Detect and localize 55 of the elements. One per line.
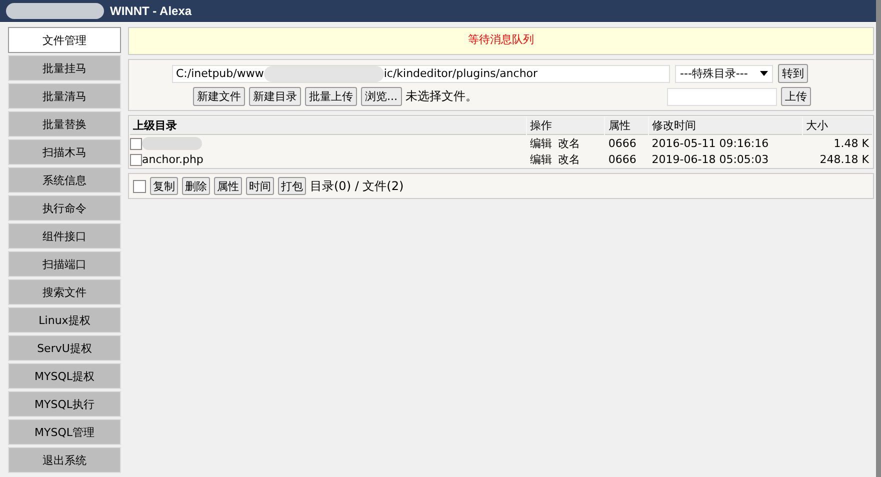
sidebar-item[interactable]: 扫描端口 bbox=[8, 251, 121, 277]
action-button[interactable]: 新建文件 bbox=[193, 87, 245, 106]
sidebar-item[interactable]: MYSQL提权 bbox=[8, 363, 121, 389]
row-action-link[interactable]: 编辑 bbox=[530, 137, 552, 150]
batch-button[interactable]: 属性 bbox=[214, 177, 242, 195]
column-header: 上级目录 bbox=[130, 117, 526, 135]
sidebar-item[interactable]: 文件管理 bbox=[8, 27, 121, 53]
sidebar-item[interactable]: 批量清马 bbox=[8, 83, 121, 109]
row-action-link[interactable]: 改名 bbox=[558, 137, 580, 150]
column-header: 操作 bbox=[527, 117, 604, 135]
goto-button[interactable]: 转到 bbox=[778, 64, 808, 83]
column-header: 属性 bbox=[605, 117, 648, 135]
special-dir-select[interactable]: ---特殊目录--- bbox=[675, 64, 773, 82]
table-cell-text: 2019-06-18 05:05:03 bbox=[650, 152, 770, 167]
upload-name-field[interactable] bbox=[667, 88, 777, 106]
sidebar-item[interactable]: 批量替换 bbox=[8, 111, 121, 137]
sidebar-item[interactable]: MYSQL管理 bbox=[8, 419, 121, 445]
sidebar-item[interactable]: Linux提权 bbox=[8, 307, 121, 333]
row-action-link[interactable]: 改名 bbox=[558, 153, 580, 166]
sidebar-item[interactable]: 组件接口 bbox=[8, 223, 121, 249]
upload-button[interactable]: 上传 bbox=[781, 87, 811, 106]
window-title: WINNT - Alexa bbox=[110, 4, 192, 18]
sidebar-item[interactable]: 系统信息 bbox=[8, 167, 121, 193]
select-all-checkbox[interactable] bbox=[133, 180, 146, 192]
table-cell-text: 0666 bbox=[607, 136, 638, 151]
count-summary: 目录(0) / 文件(2) bbox=[310, 178, 404, 194]
batch-button[interactable]: 打包 bbox=[278, 177, 306, 195]
table-cell-text: 2016-05-11 09:16:16 bbox=[650, 136, 770, 151]
column-header: 修改时间 bbox=[648, 117, 802, 135]
sidebar-item[interactable]: 搜索文件 bbox=[8, 279, 121, 305]
dropdown-arrow-icon bbox=[760, 71, 768, 76]
path-field[interactable]: C:/inetpub/www ic/kindeditor/plugins/anchor bbox=[172, 64, 670, 82]
row-checkbox[interactable] bbox=[130, 154, 142, 166]
action-button[interactable]: 新建目录 bbox=[249, 87, 301, 106]
sidebar-item[interactable]: 扫描木马 bbox=[8, 139, 121, 165]
batch-button[interactable]: 时间 bbox=[246, 177, 274, 195]
browse-button[interactable]: 浏览... bbox=[361, 87, 402, 106]
sidebar-item[interactable]: 退出系统 bbox=[8, 447, 121, 473]
file-status: 未选择文件。 bbox=[406, 88, 478, 105]
sidebar-item[interactable]: MYSQL执行 bbox=[8, 391, 121, 417]
action-button[interactable]: 批量上传 bbox=[305, 87, 357, 106]
table-cell-text: 248.18 K bbox=[818, 152, 870, 167]
file-name[interactable]: anchor.php bbox=[142, 153, 204, 166]
table-cell-text: 1.48 K bbox=[832, 136, 870, 151]
sidebar-item[interactable]: 批量挂马 bbox=[8, 55, 121, 81]
notice-text: 等待消息队列 bbox=[468, 32, 534, 48]
sidebar-item[interactable]: 执行命令 bbox=[8, 195, 121, 221]
redaction-blur bbox=[142, 137, 202, 150]
row-checkbox[interactable] bbox=[130, 138, 142, 150]
batch-button[interactable]: 复制 bbox=[150, 177, 178, 195]
batch-button[interactable]: 删除 bbox=[182, 177, 210, 195]
sidebar-item[interactable]: ServU提权 bbox=[8, 335, 121, 361]
row-action-link[interactable]: 编辑 bbox=[530, 153, 552, 166]
table-cell-text: 0666 bbox=[607, 152, 638, 167]
column-header: 大小 bbox=[803, 117, 872, 135]
